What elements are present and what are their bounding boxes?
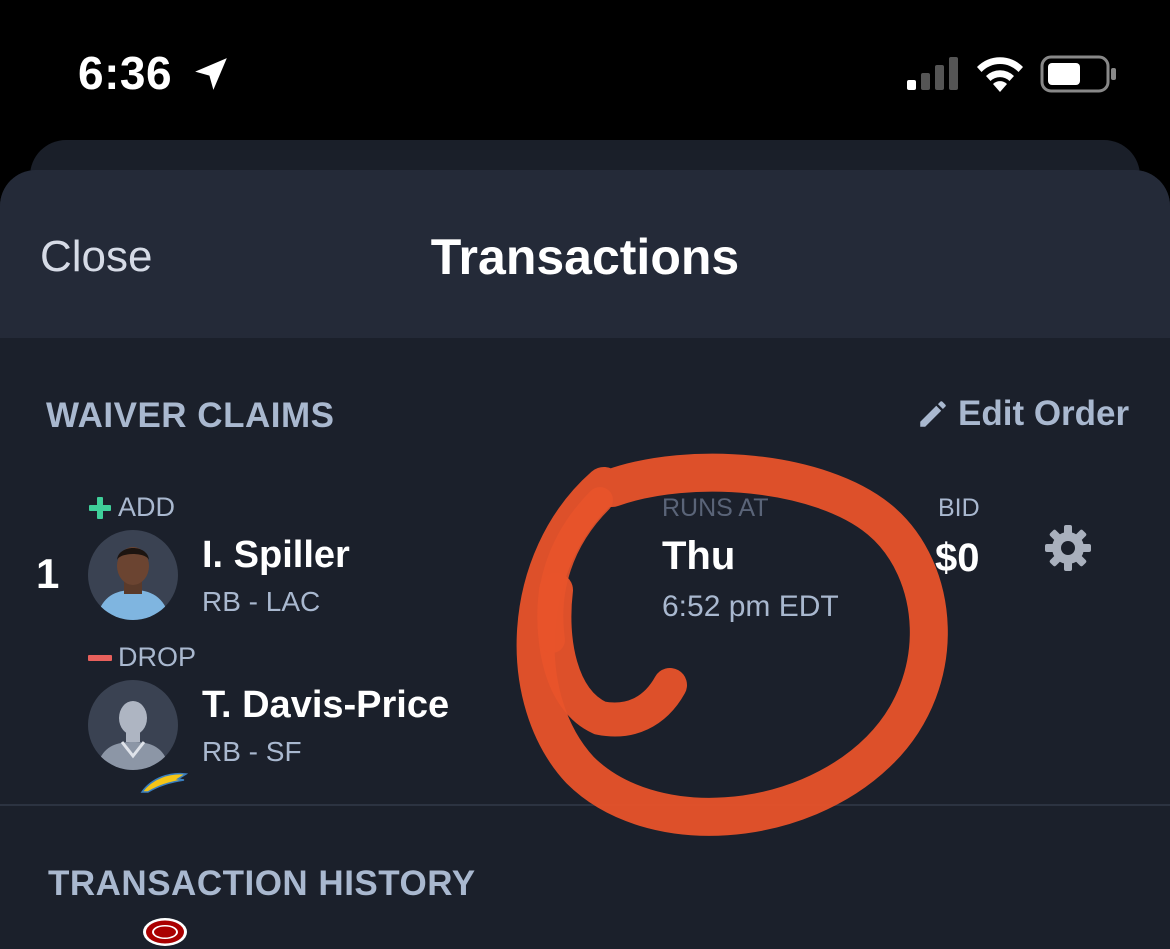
gear-icon[interactable] xyxy=(1044,524,1092,572)
wifi-icon xyxy=(977,57,1023,92)
add-player-name[interactable]: I. Spiller xyxy=(202,534,350,577)
runs-at-day: Thu xyxy=(662,534,736,578)
pencil-icon xyxy=(920,401,946,427)
transactions-sheet: Close Transactions WAIVER CLAIMS Edit Or… xyxy=(0,170,1170,949)
sheet-header: Close Transactions xyxy=(0,170,1170,338)
page-title: Transactions xyxy=(430,229,740,285)
drop-label-text: DROP xyxy=(118,642,197,672)
drop-player-meta: RB - SF xyxy=(202,736,302,767)
add-label: ADD xyxy=(88,492,175,523)
cellular-signal-icon xyxy=(907,57,958,90)
player-avatar-drop[interactable] xyxy=(88,680,178,770)
claim-rank: 1 xyxy=(36,550,60,597)
add-player-meta: RB - LAC xyxy=(202,586,321,617)
location-arrow-icon xyxy=(195,58,227,90)
49ers-logo-icon xyxy=(143,918,187,946)
edit-order-button[interactable]: Edit Order xyxy=(916,394,1129,434)
battery-icon xyxy=(1040,55,1116,93)
edit-order-label: Edit Order xyxy=(958,394,1130,433)
section-divider xyxy=(0,804,1170,806)
plus-icon xyxy=(89,496,111,519)
drop-player-name[interactable]: T. Davis-Price xyxy=(202,684,449,727)
add-label-text: ADD xyxy=(118,492,176,522)
runs-at-time: 6:52 pm EDT xyxy=(662,590,839,623)
waiver-claims-title: WAIVER CLAIMS xyxy=(46,396,335,435)
chargers-logo-icon xyxy=(140,772,188,793)
status-bar: 6:36 xyxy=(0,0,1170,140)
runs-at-label: RUNS AT xyxy=(662,494,769,522)
status-time: 6:36 xyxy=(78,47,173,99)
minus-icon xyxy=(88,654,112,661)
bid-label: BID xyxy=(938,494,980,522)
transaction-history-title: TRANSACTION HISTORY xyxy=(48,864,476,903)
drop-label: DROP xyxy=(88,642,196,673)
bid-value: $0 xyxy=(935,536,980,580)
player-avatar-add[interactable] xyxy=(88,530,178,620)
